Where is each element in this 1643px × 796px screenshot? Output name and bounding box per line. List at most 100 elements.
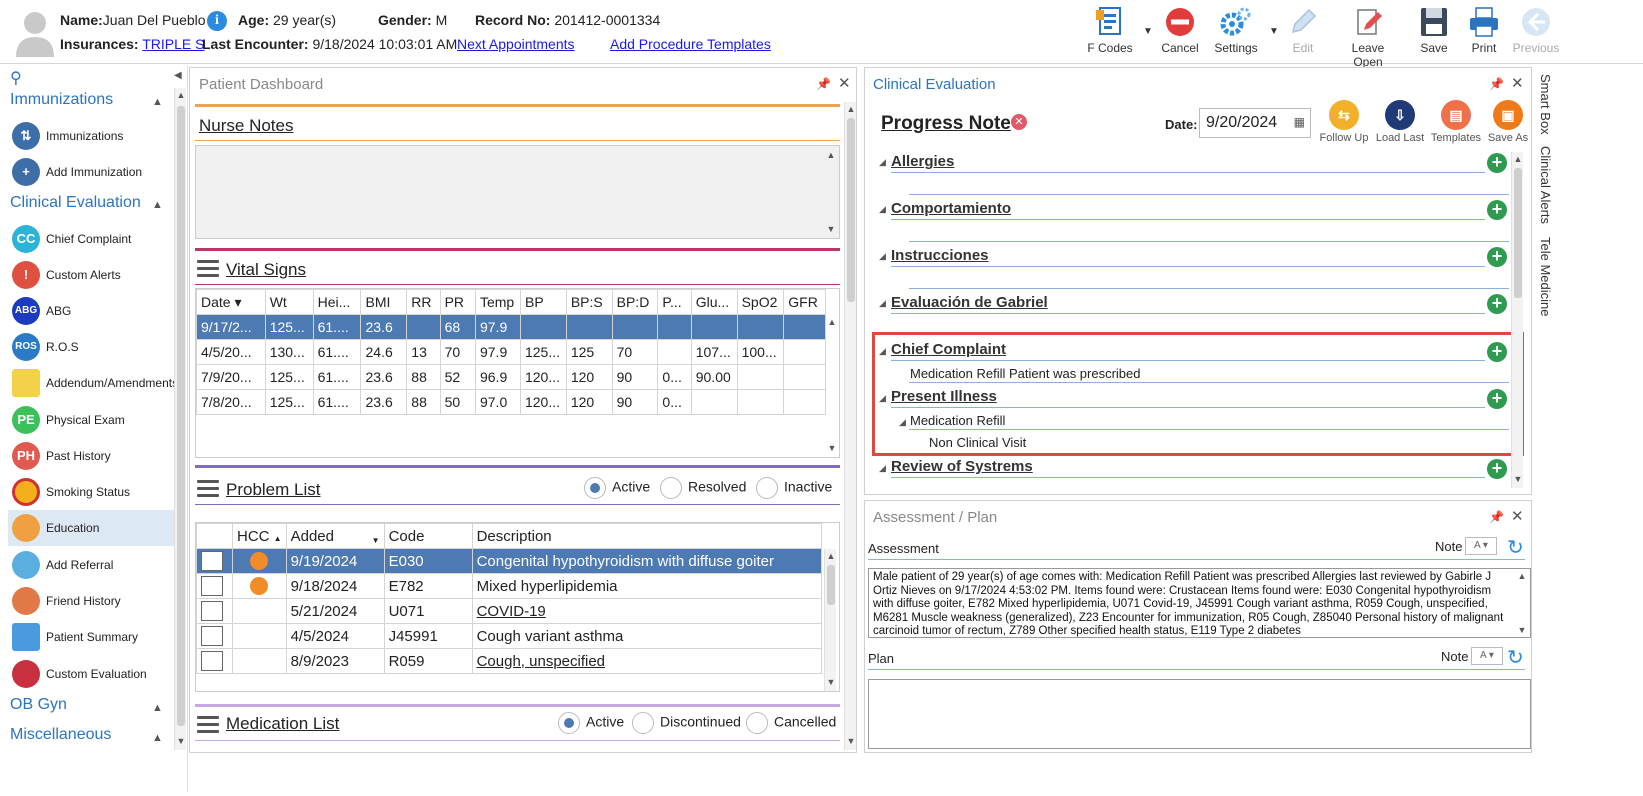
expand-triangle-icon[interactable]: ◢	[899, 417, 906, 428]
section-allergies[interactable]: Allergies	[891, 153, 954, 170]
problem-list-menu-icon[interactable]	[197, 480, 219, 498]
problem-row[interactable]: 9/18/2024 E782 Mixed hyperlipidemia	[196, 573, 823, 599]
expand-triangle-icon[interactable]: ◢	[879, 251, 886, 262]
add-procedure-templates-link[interactable]: Add Procedure Templates	[610, 36, 771, 52]
add-evaluacion-button[interactable]: +	[1487, 294, 1507, 314]
date-input[interactable]: 9/20/2024 ▦	[1199, 108, 1311, 138]
tab-clinical-alerts[interactable]: Clinical Alerts	[1538, 146, 1553, 224]
add-chief-complaint-button[interactable]: +	[1487, 342, 1507, 362]
problem-row[interactable]: 4/5/2024 J45991 Cough variant asthma	[196, 623, 823, 649]
assessment-refresh-icon[interactable]: ↻	[1507, 535, 1524, 560]
problem-filter-inactive[interactable]: Inactive	[756, 477, 832, 499]
section-instrucciones[interactable]: Instrucciones	[891, 247, 989, 264]
close-icon[interactable]: ✕	[838, 74, 851, 92]
settings-button[interactable]: Settings	[1204, 6, 1268, 58]
expand-triangle-icon[interactable]: ◢	[879, 298, 886, 309]
scroll-down-icon[interactable]: ▼	[825, 677, 837, 687]
add-present-illness-button[interactable]: +	[1487, 389, 1507, 409]
vital-column-header[interactable]: Temp	[474, 289, 521, 315]
close-icon[interactable]: ✕	[1511, 74, 1524, 92]
problem-list-scrollbar[interactable]: ▲ ▼	[824, 549, 837, 691]
sidebar-item-smoking-status[interactable]: Smoking Status	[8, 474, 174, 510]
plan-note-dropdown[interactable]: A ▾	[1471, 647, 1503, 665]
tab-smart-box[interactable]: Smart Box	[1538, 74, 1553, 135]
calendar-icon[interactable]: ▦	[1294, 115, 1305, 129]
scroll-up-icon[interactable]: ▲	[1512, 154, 1524, 164]
vital-column-header[interactable]: PR	[439, 289, 476, 315]
scroll-down-icon[interactable]: ▼	[825, 224, 837, 234]
chevron-up-icon[interactable]: ▲	[152, 96, 163, 108]
sidebar-item-addendum[interactable]: Addendum/Amendments	[8, 365, 178, 401]
cancel-button[interactable]: Cancel	[1148, 6, 1212, 58]
chevron-up-icon[interactable]: ▲	[152, 732, 163, 744]
scroll-up-icon[interactable]: ▲	[825, 150, 837, 160]
vital-column-header[interactable]: Date ▾	[196, 289, 266, 315]
scroll-thumb[interactable]	[827, 565, 835, 605]
pin-icon[interactable]: 📌	[1489, 77, 1504, 91]
row-checkbox[interactable]	[201, 626, 223, 646]
scroll-up-icon[interactable]: ▲	[826, 317, 838, 327]
medication-filter-discontinued[interactable]: Discontinued	[632, 712, 741, 734]
scroll-down-icon[interactable]: ▼	[845, 736, 857, 746]
assessment-textarea[interactable]: Male patient of 29 year(s) of age comes …	[868, 568, 1531, 638]
scroll-down-icon[interactable]: ▼	[1512, 474, 1524, 484]
problem-row[interactable]: 8/9/2023 R059 Cough, unspecified	[196, 648, 823, 674]
remove-note-icon[interactable]: ✕	[1011, 114, 1027, 130]
dashboard-scrollbar[interactable]: ▲ ▼	[844, 102, 856, 750]
sidebar-item-friend-history[interactable]: Friend History	[8, 583, 174, 619]
present-illness-subitem[interactable]: Non Clinical Visit	[929, 435, 1026, 450]
vital-column-header[interactable]: BP:D	[611, 289, 659, 315]
vital-row[interactable]: 7/9/20... 125... 61.... 23.6 88 52 96.9 120... 1…	[196, 364, 826, 390]
insurance-link[interactable]: TRIPLE S	[142, 36, 204, 52]
column-header-description[interactable]: Description	[471, 523, 823, 549]
close-icon[interactable]: ✕	[1511, 507, 1524, 525]
expand-triangle-icon[interactable]: ◢	[879, 346, 886, 357]
vital-column-header[interactable]: SpO2	[736, 289, 785, 315]
save-as-button[interactable]: ▣ Save As	[1480, 100, 1536, 144]
assessment-note-dropdown[interactable]: A ▾	[1465, 537, 1497, 555]
row-checkbox[interactable]	[201, 576, 223, 596]
add-ros-button[interactable]: +	[1487, 459, 1507, 479]
scroll-down-icon[interactable]: ▼	[175, 736, 187, 746]
next-appointments-link[interactable]: Next Appointments	[457, 36, 575, 52]
sidebar-collapse-icon[interactable]: ◀	[174, 70, 182, 81]
vital-column-header[interactable]: Glu...	[690, 289, 738, 315]
medication-filter-cancelled[interactable]: Cancelled	[746, 712, 836, 734]
scroll-thumb[interactable]	[847, 118, 855, 302]
section-present-illness[interactable]: Present Illness	[891, 388, 997, 405]
problem-row[interactable]: 5/21/2024 U071 COVID-19	[196, 598, 823, 624]
section-comportamiento[interactable]: Comportamiento	[891, 200, 1011, 217]
scroll-up-icon[interactable]: ▲	[845, 104, 857, 114]
section-evaluacion-de-gabriel[interactable]: Evaluación de Gabriel	[891, 294, 1048, 311]
vital-column-header[interactable]: Wt	[264, 289, 314, 315]
plan-refresh-icon[interactable]: ↻	[1507, 645, 1524, 670]
column-header-added[interactable]: Added ▼	[285, 523, 385, 549]
sidebar-item-past-history[interactable]: PH Past History	[8, 438, 174, 474]
sidebar-item-physical-exam[interactable]: PE Physical Exam	[8, 402, 174, 438]
pin-icon[interactable]: 📌	[1489, 510, 1504, 524]
tab-tele-medicine[interactable]: Tele Medicine	[1538, 237, 1553, 317]
row-checkbox[interactable]	[201, 551, 223, 571]
expand-triangle-icon[interactable]: ◢	[879, 463, 886, 474]
sidebar-item-ros[interactable]: ROS R.O.S	[8, 329, 174, 365]
section-chief-complaint[interactable]: Chief Complaint	[891, 341, 1006, 358]
sidebar-section-clinical-evaluation[interactable]: Clinical Evaluation	[10, 194, 141, 212]
present-illness-item[interactable]: Medication Refill	[910, 413, 1005, 428]
row-checkbox[interactable]	[201, 601, 223, 621]
row-checkbox[interactable]	[201, 651, 223, 671]
vital-column-header[interactable]: BP	[519, 289, 567, 315]
vital-row[interactable]: 4/5/20... 130... 61.... 24.6 13 70 97.9 125... 1…	[196, 339, 826, 365]
problem-filter-active[interactable]: Active	[584, 477, 650, 499]
scroll-thumb[interactable]	[1514, 168, 1522, 298]
templates-button[interactable]: ▤ Templates	[1428, 100, 1484, 144]
sidebar-item-custom-evaluation[interactable]: Custom Evaluation	[8, 656, 174, 692]
clinical-scrollbar[interactable]: ▲ ▼	[1511, 152, 1523, 488]
scroll-up-icon[interactable]: ▲	[175, 90, 187, 100]
info-icon[interactable]: i	[207, 11, 227, 31]
sidebar-item-patient-summary[interactable]: Patient Summary	[8, 619, 174, 655]
plan-textarea[interactable]	[868, 679, 1531, 749]
sidebar-item-chief-complaint[interactable]: CC Chief Complaint	[8, 221, 174, 257]
add-instrucciones-button[interactable]: +	[1487, 247, 1507, 267]
add-allergies-button[interactable]: +	[1487, 153, 1507, 173]
vital-column-header[interactable]: P...	[657, 289, 692, 315]
